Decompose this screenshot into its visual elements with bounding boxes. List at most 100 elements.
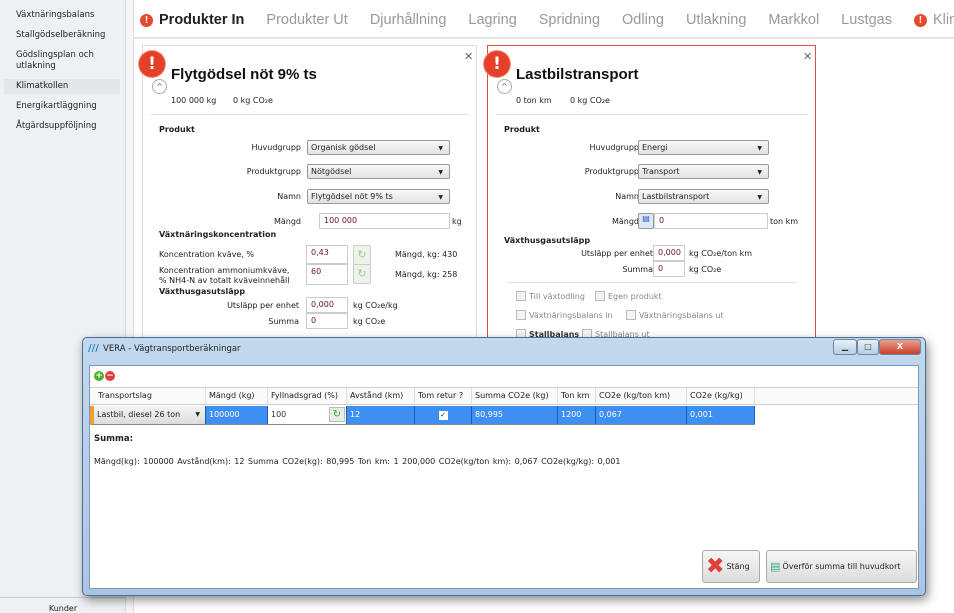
summa-input[interactable]: 0: [306, 313, 348, 329]
summa-label: Summa: [268, 317, 299, 326]
tab-djurhallning[interactable]: Djurhållning: [370, 8, 447, 32]
huvudgrupp-select[interactable]: Organisk gödsel: [307, 140, 450, 155]
close-window-button[interactable]: X: [879, 339, 921, 355]
produktgrupp-label: Produktgrupp: [584, 167, 639, 176]
vaxtnaringsbalans-in-checkbox[interactable]: Växtnäringsbalans in: [516, 310, 613, 320]
utslapp-label: Utsläpp per enhet: [581, 249, 653, 258]
column-header[interactable]: Ton km: [558, 388, 596, 404]
fyllnadsgrad-value: 100: [271, 410, 287, 419]
section-vaxtnaring: Växtnäringskoncentration: [159, 230, 277, 239]
utslapp-input[interactable]: 0,000: [653, 245, 685, 261]
mangd-label: Mängd: [611, 217, 639, 226]
egen-produkt-checkbox[interactable]: Egen produkt: [595, 291, 662, 301]
tom-retur-checkbox[interactable]: ✓: [415, 406, 472, 424]
close-icon[interactable]: ✕: [464, 50, 473, 63]
transfer-icon: ▤: [770, 560, 781, 573]
card-amount: 0 ton km: [516, 96, 552, 105]
column-header[interactable]: Tom retur ?: [415, 388, 472, 404]
till-vaxtodling-checkbox[interactable]: Till växtodling: [516, 291, 585, 301]
utslapp-unit: kg CO₂e/kg: [353, 301, 398, 310]
sidebar-item-atgardsuppfoljning[interactable]: Åtgärdsuppföljning: [4, 119, 120, 134]
namn-select[interactable]: Lastbilstransport: [638, 189, 769, 204]
tab-utlakning[interactable]: Utlakning: [686, 8, 746, 32]
error-icon: !: [484, 51, 510, 77]
add-row-icon[interactable]: +: [94, 371, 104, 381]
kvave-input[interactable]: 0,43: [306, 245, 348, 264]
sidebar-item-stallgodsel[interactable]: Stallgödselberäkning: [4, 28, 120, 43]
mangd-input[interactable]: 100 000: [319, 213, 450, 229]
co2-kg-cell: 0,001: [687, 406, 755, 424]
produktgrupp-select[interactable]: Transport: [638, 164, 769, 179]
dropdown-arrow-icon: ▼: [195, 411, 200, 418]
maximize-button[interactable]: □: [857, 339, 879, 355]
column-header[interactable]: CO2e (kg/kg): [687, 388, 755, 404]
summa-unit: kg CO₂e: [353, 317, 386, 326]
stang-button[interactable]: ✖ Stäng: [702, 550, 760, 583]
utslapp-input[interactable]: 0,000: [306, 297, 348, 313]
produktgrupp-select[interactable]: Nötgödsel: [307, 164, 450, 179]
refresh-icon[interactable]: ↻: [353, 264, 371, 284]
mangd-unit: ton km: [770, 217, 799, 226]
tab-produkter-ut[interactable]: Produkter Ut: [266, 8, 347, 32]
vera-logo-icon: ///: [88, 343, 99, 354]
produktgrupp-label: Produktgrupp: [246, 167, 301, 176]
checkbox-label: Egen produkt: [608, 291, 662, 301]
table-row[interactable]: Lastbil, diesel 26 ton ▼ 100000 100 ↻ 12 ✓…: [90, 406, 755, 425]
tab-lagring[interactable]: Lagring: [468, 8, 516, 32]
column-header[interactable]: Avstånd (km): [347, 388, 415, 404]
mangd-input[interactable]: 0: [654, 213, 768, 229]
warning-icon: !: [140, 13, 153, 27]
column-header[interactable]: Summa CO2e (kg): [472, 388, 558, 404]
tab-klimat[interactable]: ! Klimatr: [913, 8, 954, 32]
sidebar-kunder-button[interactable]: Kunder: [0, 597, 126, 613]
sidebar-item-godslingsplan[interactable]: Gödslingsplan och utlakning: [4, 48, 120, 74]
refresh-icon[interactable]: ↻: [353, 245, 371, 265]
minimize-button[interactable]: ▁: [833, 339, 857, 355]
card-co2: 0 kg CO₂e: [233, 96, 273, 105]
checkbox-label: Till växtodling: [529, 291, 585, 301]
mangd-cell[interactable]: 100000: [206, 406, 268, 424]
avstand-cell[interactable]: 12: [347, 406, 415, 424]
section-produkt: Produkt: [504, 125, 540, 134]
sidebar-item-energikartlaggning[interactable]: Energikartläggning: [4, 99, 120, 114]
huvudgrupp-label: Huvudgrupp: [251, 143, 301, 152]
overfor-summa-button[interactable]: ▤ Överför summa till huvudkort: [766, 550, 917, 583]
divider: [151, 114, 469, 115]
collapse-button[interactable]: ^: [152, 79, 167, 94]
summa-heading: Summa:: [94, 434, 134, 444]
sidebar-item-klimatkollen[interactable]: Klimatkollen: [4, 79, 120, 94]
divider: [133, 37, 954, 39]
column-header[interactable]: CO2e (kg/ton km): [596, 388, 687, 404]
button-label: Stäng: [726, 562, 750, 571]
column-header[interactable]: Transportslag: [90, 388, 206, 404]
card-amount: 100 000 kg: [171, 96, 217, 105]
namn-label: Namn: [277, 192, 301, 201]
namn-select[interactable]: Flytgödsel nöt 9% ts: [307, 189, 450, 204]
tab-produkter-in[interactable]: ! Produkter In: [140, 8, 244, 32]
tab-markkol[interactable]: Markkol: [768, 8, 819, 32]
tab-odling[interactable]: Odling: [622, 8, 664, 32]
transportslag-select[interactable]: Lastbil, diesel 26 ton ▼: [94, 406, 206, 424]
collapse-button[interactable]: ^: [497, 79, 512, 94]
column-header[interactable]: Fyllnadsgrad (%): [268, 388, 347, 404]
calculator-button[interactable]: ▤: [638, 213, 654, 229]
tab-spridning[interactable]: Spridning: [539, 8, 600, 32]
summa-input[interactable]: 0: [653, 261, 685, 277]
ammonium-label: Koncentration ammoniumkväve,% NH4-N av t…: [159, 266, 289, 286]
huvudgrupp-select[interactable]: Energi: [638, 140, 769, 155]
vaxtnaringsbalans-ut-checkbox[interactable]: Växtnäringsbalans ut: [626, 310, 724, 320]
card-title: Lastbilstransport: [516, 66, 639, 83]
ammonium-label-line1: Koncentration ammoniumkväve,: [159, 266, 290, 275]
refresh-icon[interactable]: ↻: [329, 407, 345, 422]
remove-row-icon[interactable]: −: [105, 371, 115, 381]
summa-line: Mängd(kg): 100000 Avstånd(km): 12 Summa …: [94, 457, 621, 466]
sidebar-item-vaxtnaringsbalans[interactable]: Växtnäringsbalans: [4, 8, 120, 23]
button-label: Överför summa till huvudkort: [782, 562, 901, 571]
summa-cell: 80,995: [472, 406, 558, 424]
close-icon[interactable]: ✕: [803, 50, 812, 63]
card-co2: 0 kg CO₂e: [570, 96, 610, 105]
fyllnadsgrad-cell[interactable]: 100 ↻: [268, 406, 347, 424]
ammonium-input[interactable]: 60: [306, 264, 348, 285]
column-header[interactable]: Mängd (kg): [206, 388, 268, 404]
tab-lustgas[interactable]: Lustgas: [841, 8, 892, 32]
